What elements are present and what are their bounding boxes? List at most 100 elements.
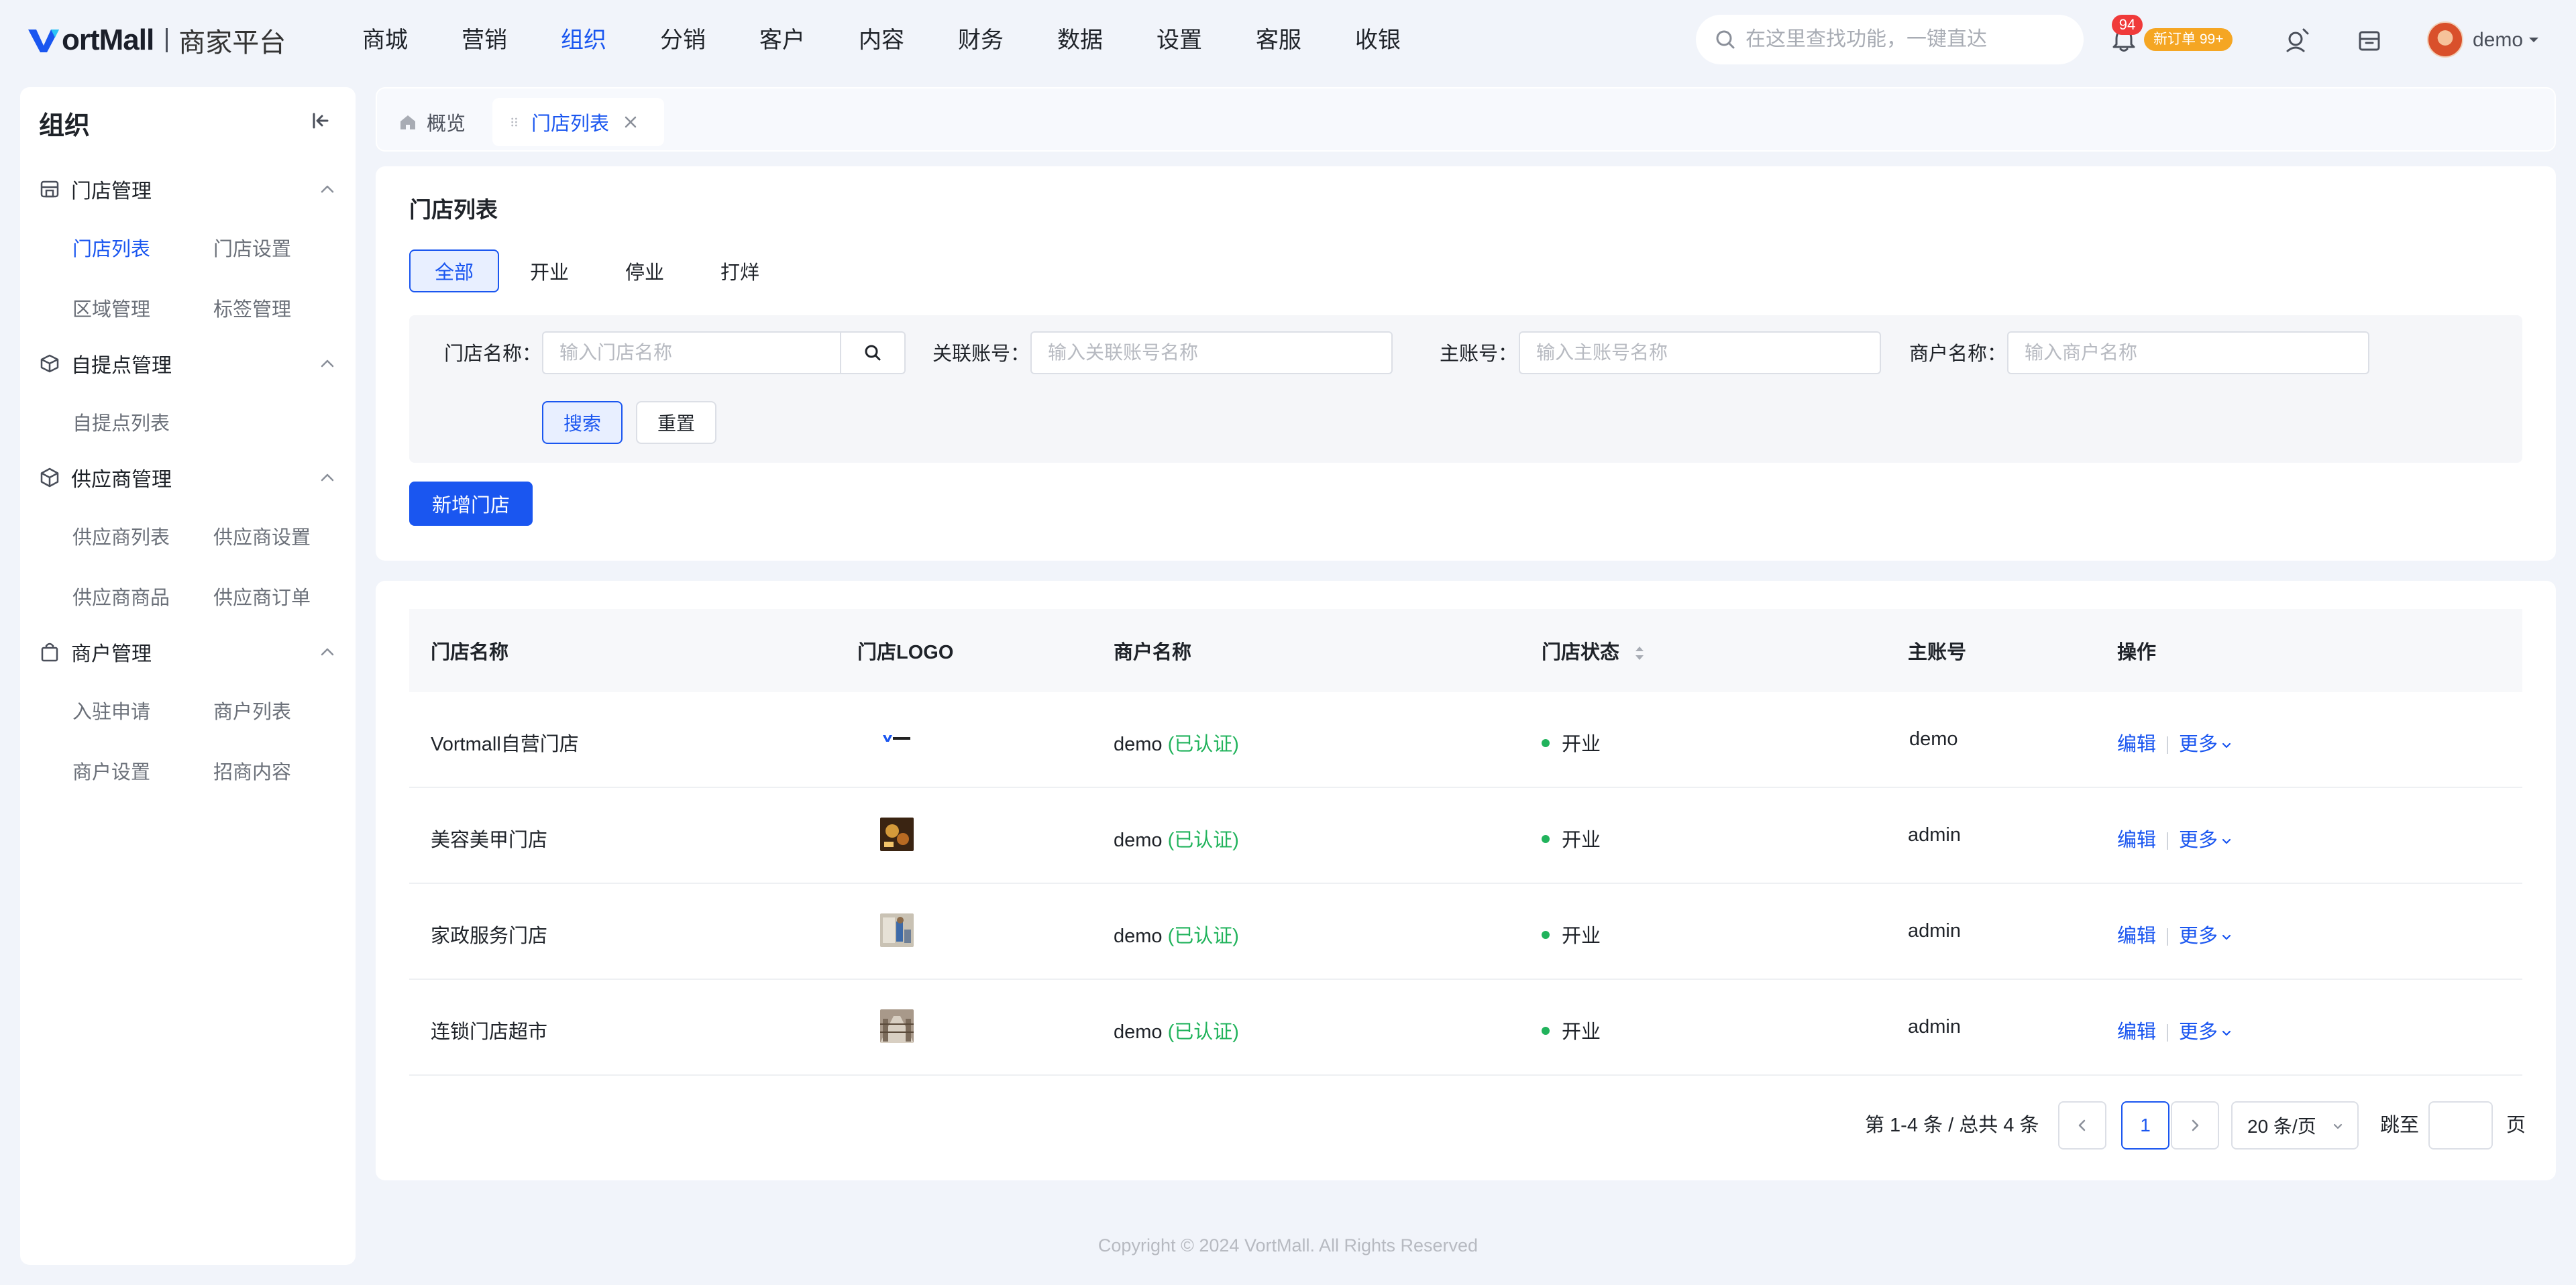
topnav-item-marketing[interactable]: 营销 [462, 0, 507, 80]
topnav-item-cashier[interactable]: 收银 [1355, 0, 1401, 80]
store-table: 门店名称 门店LOGO 商户名称 门店状态 主账号 操作 Vortmall自营门… [409, 609, 2522, 1076]
col-store-status[interactable]: 门店状态 [1542, 636, 1646, 665]
topnav-item-mall[interactable]: 商城 [362, 0, 408, 80]
sidebar-item-supplier-settings[interactable]: 供应商设置 [213, 522, 311, 550]
verified-label: (已认证) [1167, 830, 1239, 851]
user-name[interactable]: demo [2473, 27, 2523, 54]
vortmall-logo-image [880, 722, 914, 755]
action-divider [2167, 1024, 2169, 1042]
sidebar-group-supplier[interactable]: 供应商管理 [39, 463, 337, 492]
topnav-item-content[interactable]: 内容 [859, 0, 904, 80]
more-dropdown[interactable]: 更多 [2179, 926, 2233, 947]
store-name-cell: 美容美甲门店 [431, 830, 548, 851]
topnav-item-settings[interactable]: 设置 [1157, 0, 1202, 80]
table-row: 连锁门店超市 demo (已认证) 开业 admin 编辑 更多 [409, 980, 2522, 1076]
sidebar-item-supplier-orders[interactable]: 供应商订单 [213, 582, 311, 610]
status-tab-open[interactable]: 开业 [504, 249, 594, 292]
edit-link[interactable]: 编辑 [2117, 830, 2156, 851]
topnav-item-organization[interactable]: 组织 [561, 0, 606, 80]
linked-account-label: 关联账号： [932, 343, 1030, 365]
jump-page-input[interactable] [2428, 1101, 2493, 1150]
tab-overview[interactable]: 概览 [382, 98, 482, 146]
sidebar-group-label: 供应商管理 [71, 469, 172, 491]
tab-label: 门店列表 [531, 113, 610, 135]
status-dot [1542, 931, 1550, 940]
action-divider [2167, 736, 2169, 755]
global-search [1696, 15, 2084, 64]
sidebar-item-recruit-content[interactable]: 招商内容 [213, 757, 291, 785]
topnav-item-service[interactable]: 客服 [1256, 0, 1301, 80]
drag-handle-icon[interactable] [508, 113, 522, 131]
user-avatar[interactable] [2427, 21, 2463, 58]
search-button[interactable]: 搜索 [542, 401, 623, 444]
close-icon[interactable] [623, 114, 639, 130]
more-dropdown[interactable]: 更多 [2179, 1021, 2233, 1043]
filter-panel: 门店名称： 关联账号： 主账号： 商户名称： 搜索 重置 [409, 315, 2522, 463]
new-order-badge[interactable]: 新订单 99+ [2144, 28, 2233, 51]
sidebar-group-pickup[interactable]: 自提点管理 [39, 349, 337, 378]
actions-cell: 编辑 更多 [2117, 824, 2233, 852]
sidebar-item-merchant-settings[interactable]: 商户设置 [72, 757, 150, 785]
headset-service-icon[interactable] [2284, 27, 2310, 54]
sidebar-item-store-settings[interactable]: 门店设置 [213, 233, 291, 262]
status-cell: 开业 [1542, 824, 1601, 852]
store-name-search-button[interactable] [841, 331, 906, 374]
linked-account-input[interactable] [1030, 331, 1393, 374]
chevron-down-icon [2222, 935, 2231, 940]
status-tab-all[interactable]: 全部 [409, 249, 500, 292]
status-dot [1542, 1027, 1550, 1036]
status-tab-closed[interactable]: 打烊 [695, 249, 785, 292]
merchant-name-input[interactable] [2007, 331, 2369, 374]
topnav-item-finance[interactable]: 财务 [958, 0, 1004, 80]
more-label: 更多 [2179, 734, 2218, 755]
chevron-left-icon [2078, 1119, 2086, 1131]
more-dropdown[interactable]: 更多 [2179, 830, 2233, 851]
next-page-button[interactable] [2171, 1101, 2219, 1150]
actions-cell: 编辑 更多 [2117, 1016, 2233, 1044]
caret-down-icon[interactable] [2528, 34, 2540, 46]
sidebar-item-supplier-list[interactable]: 供应商列表 [72, 522, 170, 550]
sidebar-item-supplier-goods[interactable]: 供应商商品 [72, 582, 170, 610]
box-icon [40, 354, 59, 373]
reset-button[interactable]: 重置 [636, 401, 717, 444]
more-label: 更多 [2179, 926, 2218, 947]
status-tab-suspended[interactable]: 停业 [600, 249, 690, 292]
sidebar-item-tags[interactable]: 标签管理 [213, 294, 291, 322]
page-button-1[interactable]: 1 [2121, 1101, 2169, 1150]
more-dropdown[interactable]: 更多 [2179, 734, 2233, 755]
add-store-button[interactable]: 新增门店 [409, 482, 533, 526]
main-account-input[interactable] [1519, 331, 1881, 374]
sidebar-title: 组织 [39, 112, 91, 140]
verified-label: (已认证) [1167, 1021, 1239, 1043]
collapse-sidebar-icon[interactable] [310, 110, 331, 131]
sidebar-item-store-list[interactable]: 门店列表 [72, 233, 150, 262]
edit-link[interactable]: 编辑 [2117, 734, 2156, 755]
table-row: Vortmall自营门店 demo (已认证) 开业 demo 编辑 更多 [409, 692, 2522, 788]
page-size-select[interactable]: 20 条/页 [2231, 1101, 2359, 1150]
sidebar-group-label: 门店管理 [71, 180, 152, 203]
topnav-item-data[interactable]: 数据 [1057, 0, 1103, 80]
sidebar-item-apply[interactable]: 入驻申请 [72, 696, 150, 724]
topnav-item-customer[interactable]: 客户 [759, 0, 805, 80]
edit-link[interactable]: 编辑 [2117, 926, 2156, 947]
tab-store-list[interactable]: 门店列表 [492, 98, 664, 146]
sidebar-group-store[interactable]: 门店管理 [39, 174, 337, 204]
sort-icon[interactable] [1633, 644, 1646, 663]
edit-link[interactable]: 编辑 [2117, 1021, 2156, 1043]
sidebar-group-label: 自提点管理 [71, 355, 172, 377]
brand-logo[interactable]: ortMall 商家平台 [27, 23, 286, 58]
sidebar-item-merchant-list[interactable]: 商户列表 [213, 696, 291, 724]
brand-subtitle: 商家平台 [178, 28, 286, 58]
global-search-input[interactable] [1746, 28, 2068, 51]
store-name-input[interactable] [542, 331, 841, 374]
main-account-cell: admin [1908, 1016, 1961, 1038]
pagination-total: 第 1-4 条 / 总共 4 条 [1865, 1115, 2039, 1136]
sidebar-item-pickup-list[interactable]: 自提点列表 [72, 408, 170, 436]
topnav-item-distribution[interactable]: 分销 [660, 0, 706, 80]
store-icon[interactable] [2356, 27, 2383, 54]
sidebar-item-region[interactable]: 区域管理 [72, 294, 150, 322]
prev-page-button[interactable] [2058, 1101, 2106, 1150]
page-size-value: 20 条/页 [2247, 1116, 2316, 1137]
sidebar-group-merchant[interactable]: 商户管理 [39, 637, 337, 667]
tab-label: 概览 [427, 113, 466, 135]
